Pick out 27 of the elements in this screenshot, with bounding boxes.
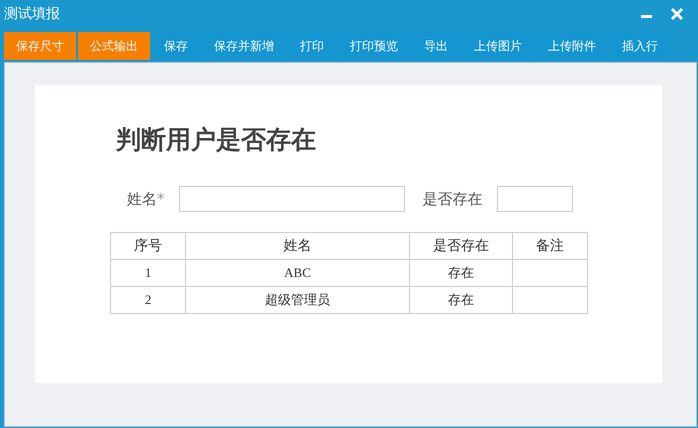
column-header: 姓名 [186,232,410,260]
field-label: 是否存在 [422,190,482,208]
input-field[interactable] [178,186,404,212]
table-cell: 存在 [409,286,512,314]
toolbar-button[interactable]: 保存并新增 [202,32,286,60]
input-field[interactable] [496,186,572,212]
toolbar-button[interactable]: 保存 [152,32,200,60]
table-cell: 2 [110,286,186,314]
toolbar-button[interactable]: 公式输出 [78,32,150,60]
table-cell: 存在 [409,260,512,286]
form-title: 判断用户是否存在 [116,124,317,156]
table-cell: ABC [186,260,410,286]
column-header: 是否存在 [409,232,512,260]
column-header: 备注 [512,232,588,260]
toolbar-button[interactable]: 导出 [412,32,460,60]
toolbar-button[interactable]: 上传附件 [536,32,608,60]
toolbar-button[interactable]: 打印预览 [338,32,410,60]
table-cell: 超级管理员 [186,286,410,314]
window-title: 测试填报 [4,5,60,23]
table-cell: 1 [110,260,186,286]
toolbar-button[interactable]: 打印 [288,32,336,60]
field-label: 姓名* [127,190,164,208]
toolbar-button[interactable]: 上传图片 [462,32,534,60]
toolbar-button[interactable]: 保存尺寸 [4,32,76,60]
column-header: 序号 [110,232,186,260]
toolbar-button[interactable]: 插入行 [610,32,670,60]
close-icon[interactable] [670,7,684,21]
